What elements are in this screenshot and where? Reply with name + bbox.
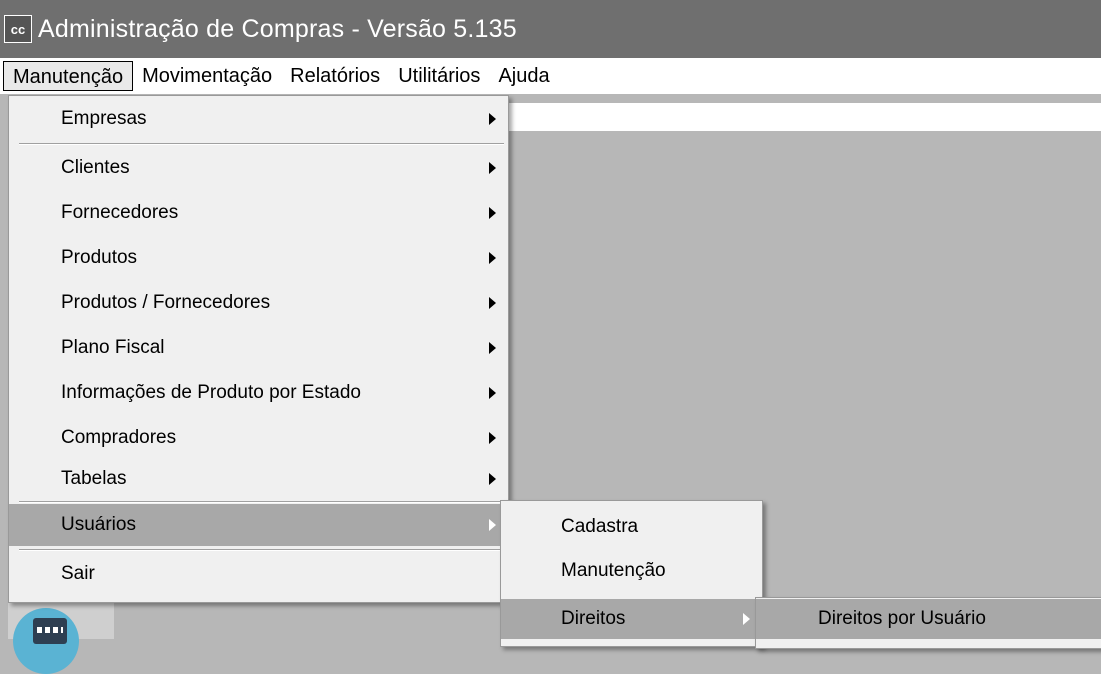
menu-item-direitos-por-usuario[interactable]: Direitos por Usuário xyxy=(756,599,1101,639)
usuarios-submenu: Cadastra Manutenção Direitos xyxy=(500,500,763,647)
menu-item-plano-fiscal[interactable]: Plano Fiscal xyxy=(9,328,508,368)
menu-item-clientes[interactable]: Clientes xyxy=(9,148,508,188)
menu-item-direitos[interactable]: Direitos xyxy=(501,599,762,639)
menu-item-label: Empresas xyxy=(61,108,147,129)
menu-item-label: Cadastra xyxy=(561,516,639,537)
menu-bar: Manutenção Movimentação Relatórios Utili… xyxy=(0,58,1101,94)
menu-separator xyxy=(19,143,504,145)
menu-item-fornecedores[interactable]: Fornecedores xyxy=(9,193,508,233)
calendar-icon[interactable] xyxy=(13,608,79,674)
menu-item-produtos[interactable]: Produtos xyxy=(9,238,508,278)
submenu-arrow-icon xyxy=(489,252,496,264)
menu-item-label: Clientes xyxy=(61,157,130,178)
menu-item-label: Informações de Produto por Estado xyxy=(61,382,361,403)
submenu-arrow-icon xyxy=(489,473,496,485)
submenu-arrow-icon xyxy=(489,387,496,399)
submenu-arrow-icon xyxy=(489,162,496,174)
submenu-arrow-icon xyxy=(489,519,496,531)
menu-item-label: Plano Fiscal xyxy=(61,337,165,358)
manutencao-dropdown: Empresas Clientes Fornecedores Produtos … xyxy=(8,95,509,603)
menu-item-manutencao[interactable]: Manutenção xyxy=(501,551,762,591)
menu-item-sair[interactable]: Sair xyxy=(9,554,508,594)
menu-item-compradores[interactable]: Compradores xyxy=(9,418,508,458)
menu-item-produtos-fornecedores[interactable]: Produtos / Fornecedores xyxy=(9,283,508,323)
menu-item-label: Compradores xyxy=(61,427,177,448)
submenu-arrow-icon xyxy=(743,613,750,625)
menu-item-label: Sair xyxy=(61,563,95,584)
menu-item-label: Manutenção xyxy=(561,560,666,581)
menu-item-label: Produtos / Fornecedores xyxy=(61,292,271,313)
client-area-strip xyxy=(505,103,1101,131)
menu-ajuda[interactable]: Ajuda xyxy=(489,61,558,91)
menu-item-label: Direitos por Usuário xyxy=(818,608,986,629)
submenu-arrow-icon xyxy=(489,432,496,444)
menu-separator xyxy=(19,549,504,551)
menu-item-label: Direitos xyxy=(561,608,626,629)
menu-relatorios[interactable]: Relatórios xyxy=(281,61,389,91)
submenu-arrow-icon xyxy=(489,342,496,354)
menu-separator xyxy=(19,501,504,503)
menu-manutencao[interactable]: Manutenção xyxy=(3,61,134,91)
menu-utilitarios[interactable]: Utilitários xyxy=(389,61,489,91)
app-cc-icon[interactable]: cc xyxy=(4,15,32,43)
menu-movimentacao[interactable]: Movimentação xyxy=(133,61,281,91)
menu-item-cadastra[interactable]: Cadastra xyxy=(501,507,762,547)
menu-item-label: Produtos xyxy=(61,247,138,268)
menu-item-label: Usuários xyxy=(61,514,136,535)
menu-item-info-produto-estado[interactable]: Informações de Produto por Estado xyxy=(9,373,508,413)
submenu-arrow-icon xyxy=(489,297,496,309)
menu-item-tabelas[interactable]: Tabelas xyxy=(9,459,508,499)
title-bar: cc Administração de Compras - Versão 5.1… xyxy=(0,0,1101,58)
menu-item-label: Fornecedores xyxy=(61,202,179,223)
window-title: Administração de Compras - Versão 5.135 xyxy=(38,14,517,43)
menu-item-usuarios[interactable]: Usuários xyxy=(9,504,508,546)
menu-item-label: Tabelas xyxy=(61,468,127,489)
submenu-arrow-icon xyxy=(489,113,496,125)
menu-item-empresas[interactable]: Empresas xyxy=(9,99,508,139)
direitos-submenu: Direitos por Usuário xyxy=(755,597,1101,649)
submenu-arrow-icon xyxy=(489,207,496,219)
taskbar-tile[interactable] xyxy=(8,600,114,674)
